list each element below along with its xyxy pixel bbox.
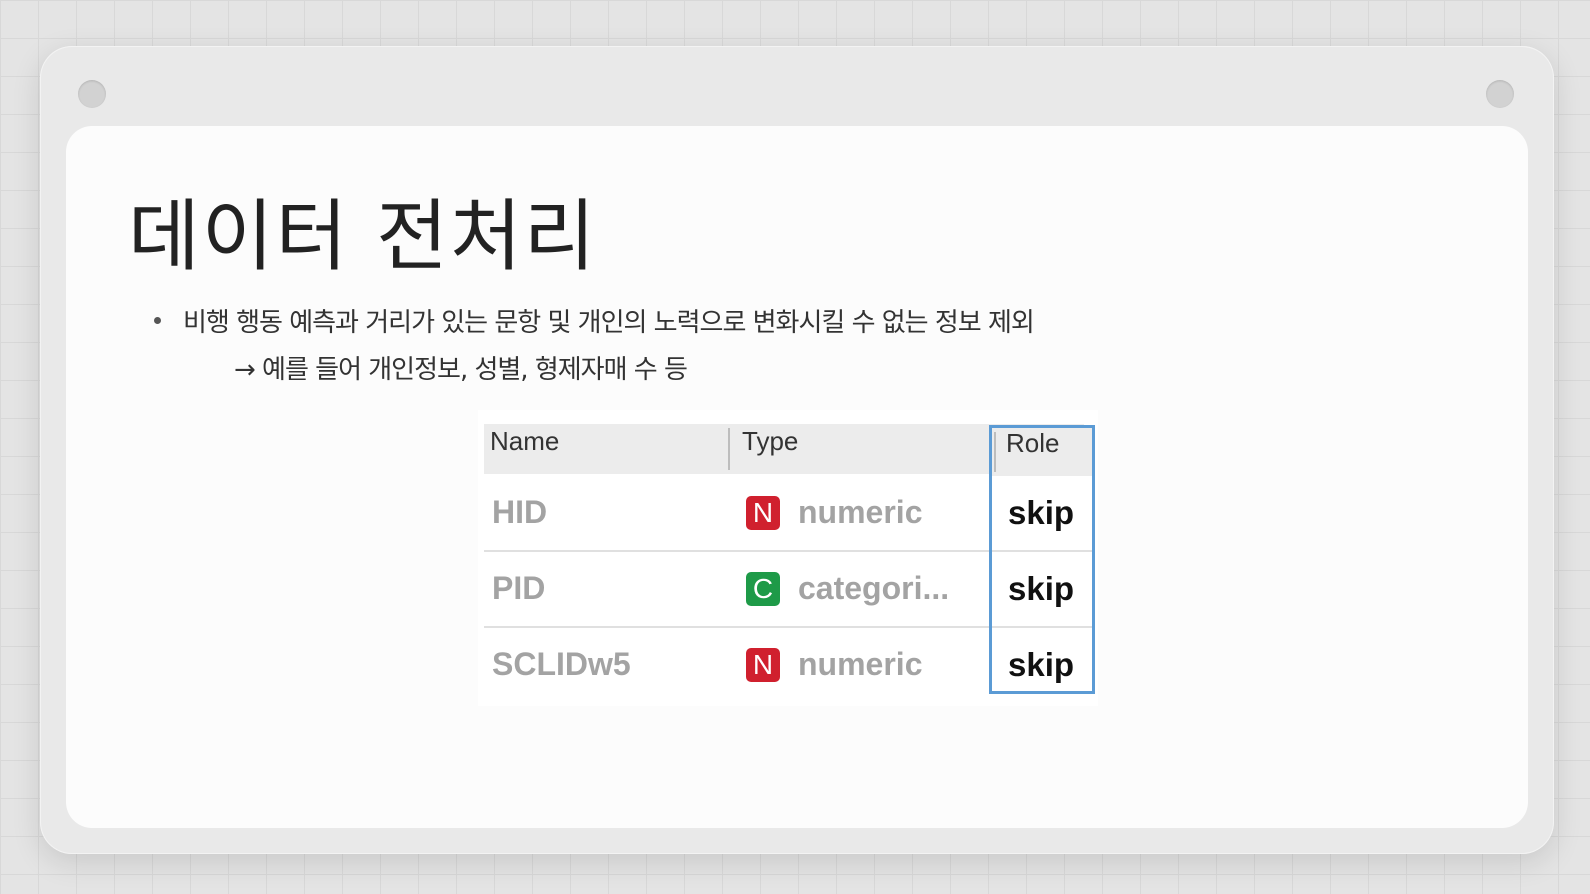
- row-type: numeric: [798, 646, 923, 682]
- table-row: SCLIDw5 N numeric: [484, 628, 976, 702]
- numeric-badge-icon: N: [746, 648, 780, 682]
- row-name: HID: [492, 494, 548, 530]
- slide-card: 데이터 전처리 비행 행동 예측과 거리가 있는 문항 및 개인의 노력으로 변…: [66, 126, 1528, 828]
- row-divider: [992, 550, 1092, 552]
- slide-title: 데이터 전처리: [128, 192, 598, 282]
- row-name: SCLIDw5: [492, 646, 631, 682]
- role-header: Role: [992, 428, 1092, 476]
- role-value: skip: [1008, 494, 1075, 531]
- row-type: categori...: [798, 570, 950, 606]
- variable-table: Name Type HID N numeric PID C categori..…: [478, 410, 1098, 706]
- row-type: numeric: [798, 494, 923, 530]
- role-column-highlight: Role skip skip skip: [989, 425, 1095, 694]
- slide-frame: 데이터 전처리 비행 행동 예측과 거리가 있는 문항 및 개인의 노력으로 변…: [40, 46, 1554, 854]
- table-row: HID N numeric: [484, 476, 976, 550]
- categorical-badge-icon: C: [746, 572, 780, 606]
- bullet-dot: [154, 317, 161, 324]
- header-role: Role: [1006, 428, 1060, 458]
- bullet-item: 비행 행동 예측과 거리가 있는 문항 및 개인의 노력으로 변화시킬 수 없는…: [154, 302, 1035, 339]
- bullet-list: 비행 행동 예측과 거리가 있는 문항 및 개인의 노력으로 변화시킬 수 없는…: [154, 302, 1035, 386]
- role-value: skip: [1008, 570, 1075, 607]
- table-row: PID C categori...: [484, 552, 976, 626]
- sub-bullet-text: → 예를 들어 개인정보, 성별, 형제자매 수 등: [234, 355, 688, 385]
- header-separator: [728, 428, 730, 470]
- bullet-text: 비행 행동 예측과 거리가 있는 문항 및 개인의 노력으로 변화시킬 수 없는…: [183, 308, 1035, 338]
- binder-hole-right: [1486, 80, 1514, 108]
- binder-hole-left: [78, 80, 106, 108]
- header-name: Name: [490, 426, 560, 456]
- header-type: Type: [742, 426, 799, 456]
- role-value: skip: [1008, 646, 1075, 683]
- row-divider: [992, 626, 1092, 628]
- header-separator: [994, 432, 996, 472]
- numeric-badge-icon: N: [746, 496, 780, 530]
- row-name: PID: [492, 570, 546, 606]
